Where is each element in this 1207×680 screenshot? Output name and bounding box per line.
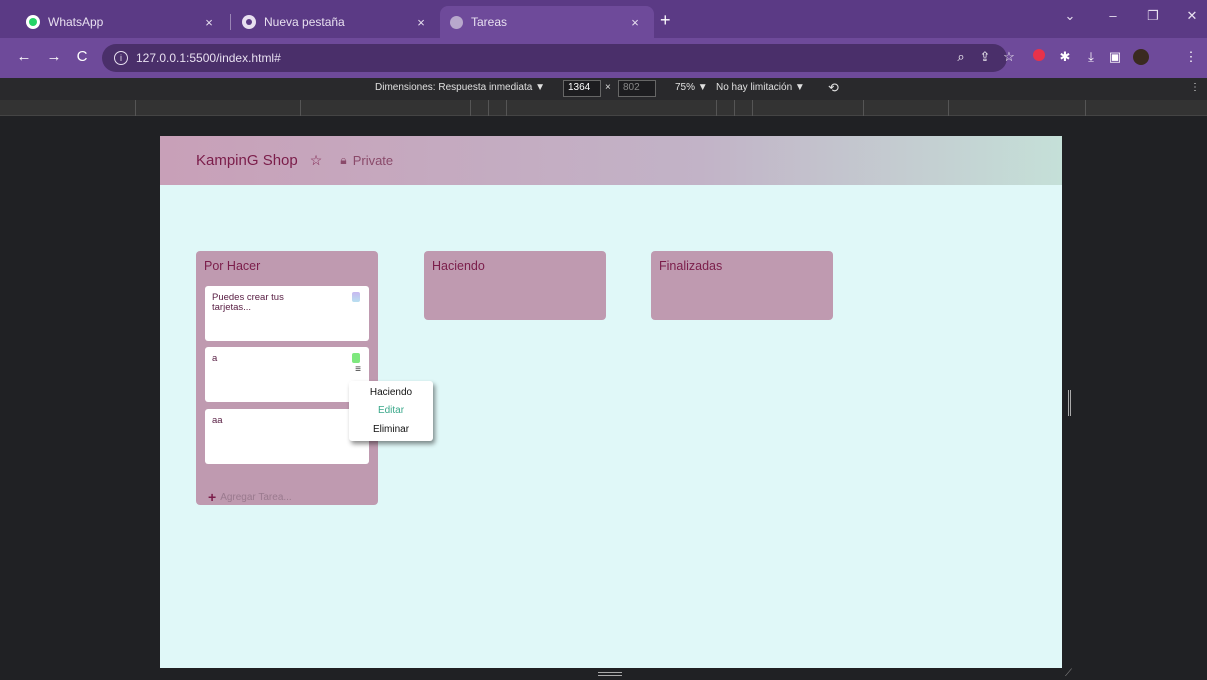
star-icon[interactable]: ☆ bbox=[310, 152, 323, 169]
tab-whatsapp[interactable]: WhatsApp × bbox=[16, 6, 228, 38]
task-card[interactable]: Puedes crear tus tarjetas... bbox=[205, 286, 369, 341]
rotate-icon[interactable]: ⟲ bbox=[828, 80, 839, 96]
column-finalizadas: Finalizadas bbox=[651, 251, 833, 320]
plus-icon: + bbox=[208, 489, 217, 505]
card-text: Puedes crear tus tarjetas... bbox=[212, 292, 284, 313]
column-por-hacer: Por Hacer Puedes crear tus tarjetas... a… bbox=[196, 251, 378, 505]
tab-title: Tareas bbox=[471, 15, 508, 29]
times-sign: × bbox=[605, 82, 611, 93]
download-icon[interactable]: ⤓ bbox=[1082, 49, 1100, 65]
zoom-select[interactable]: 75% ▼ bbox=[675, 82, 708, 93]
dimensions-select[interactable]: Dimensiones: Respuesta inmediata ▼ bbox=[375, 82, 545, 93]
column-title: Finalizadas bbox=[659, 259, 723, 273]
color-tag[interactable] bbox=[352, 292, 360, 302]
device-menu-icon[interactable]: ⋮ bbox=[1190, 82, 1200, 93]
color-tag[interactable] bbox=[352, 353, 360, 363]
column-title: Por Hacer bbox=[204, 259, 261, 273]
page-viewport: KampinG Shop ☆ 🔒︎ Private Por Hacer Pued… bbox=[160, 136, 1062, 668]
globe-icon bbox=[450, 15, 463, 29]
menu-item-eliminar[interactable]: Eliminar bbox=[349, 424, 433, 435]
bookmark-star-icon[interactable]: ☆ bbox=[1000, 49, 1018, 65]
reload-icon[interactable]: C bbox=[72, 48, 92, 65]
add-task-label: Agregar Tarea... bbox=[220, 491, 292, 503]
board-header: KampinG Shop ☆ 🔒︎ Private bbox=[160, 136, 1062, 185]
close-icon[interactable]: × bbox=[626, 15, 644, 30]
url-text: 127.0.0.1:5500/index.html# bbox=[136, 51, 281, 65]
info-icon[interactable]: i bbox=[114, 51, 128, 65]
chevron-down-icon[interactable]: ⌄ bbox=[1055, 8, 1085, 24]
tab-title: Nueva pestaña bbox=[264, 15, 345, 29]
chrome-icon bbox=[242, 15, 256, 29]
side-panel-icon[interactable]: ▣ bbox=[1106, 49, 1124, 65]
tab-tareas[interactable]: Tareas × bbox=[440, 6, 654, 38]
card-text: a bbox=[212, 353, 218, 364]
close-icon[interactable]: × bbox=[412, 15, 430, 30]
restore-button[interactable]: ❐ bbox=[1138, 8, 1168, 24]
card-context-menu: Haciendo Editar Eliminar bbox=[349, 381, 433, 441]
height-input[interactable]: 802 bbox=[618, 80, 656, 97]
brand-title: KampinG Shop bbox=[196, 152, 298, 169]
close-icon[interactable]: × bbox=[200, 15, 218, 30]
kebab-menu-icon[interactable]: ⋮ bbox=[1182, 49, 1200, 65]
zoom-icon[interactable]: ⌕ bbox=[952, 49, 970, 65]
tab-bar: WhatsApp × Nueva pestaña × Tareas × + ⌄ … bbox=[0, 0, 1207, 38]
lock-icon: 🔒︎ bbox=[340, 153, 347, 167]
forward-arrow-icon[interactable]: → bbox=[44, 48, 64, 65]
visibility-label[interactable]: Private bbox=[353, 153, 393, 168]
column-title: Haciendo bbox=[432, 259, 485, 273]
menu-item-haciendo[interactable]: Haciendo bbox=[349, 387, 433, 398]
width-resize-handle[interactable] bbox=[1068, 390, 1071, 416]
tab-nueva-pestana[interactable]: Nueva pestaña × bbox=[232, 6, 440, 38]
avatar[interactable] bbox=[1132, 49, 1150, 68]
task-card[interactable]: aa bbox=[205, 409, 369, 464]
minimize-button[interactable]: – bbox=[1098, 8, 1128, 23]
task-card[interactable]: a ≡ bbox=[205, 347, 369, 402]
back-arrow-icon[interactable]: ← bbox=[14, 48, 34, 65]
device-toolbar: Dimensiones: Respuesta inmediata ▼ 1364 … bbox=[0, 78, 1207, 100]
close-window-button[interactable]: ✕ bbox=[1177, 8, 1207, 24]
hamburger-icon[interactable]: ≡ bbox=[355, 364, 361, 375]
whatsapp-icon bbox=[26, 15, 40, 29]
throttle-select[interactable]: No hay limitación ▼ bbox=[716, 82, 805, 93]
opera-extension-icon[interactable] bbox=[1030, 49, 1048, 64]
corner-resize-handle[interactable]: ⟋ bbox=[1065, 668, 1072, 679]
tab-title: WhatsApp bbox=[48, 15, 104, 29]
height-resize-handle[interactable] bbox=[598, 672, 622, 676]
tab-separator bbox=[230, 14, 231, 30]
card-text: aa bbox=[212, 415, 223, 426]
new-tab-button[interactable]: + bbox=[660, 10, 671, 31]
extensions-icon[interactable]: ✱ bbox=[1056, 49, 1074, 65]
column-haciendo: Haciendo bbox=[424, 251, 606, 320]
media-query-ruler bbox=[0, 100, 1207, 116]
add-task-button[interactable]: + Agregar Tarea... bbox=[208, 489, 292, 505]
address-bar-row: ← → C i 127.0.0.1:5500/index.html# ⌕ ⇪ ☆… bbox=[0, 38, 1207, 78]
share-icon[interactable]: ⇪ bbox=[976, 49, 994, 65]
width-input[interactable]: 1364 bbox=[563, 80, 601, 97]
menu-item-editar[interactable]: Editar bbox=[349, 405, 433, 416]
url-bar[interactable]: i 127.0.0.1:5500/index.html# bbox=[102, 44, 1007, 72]
